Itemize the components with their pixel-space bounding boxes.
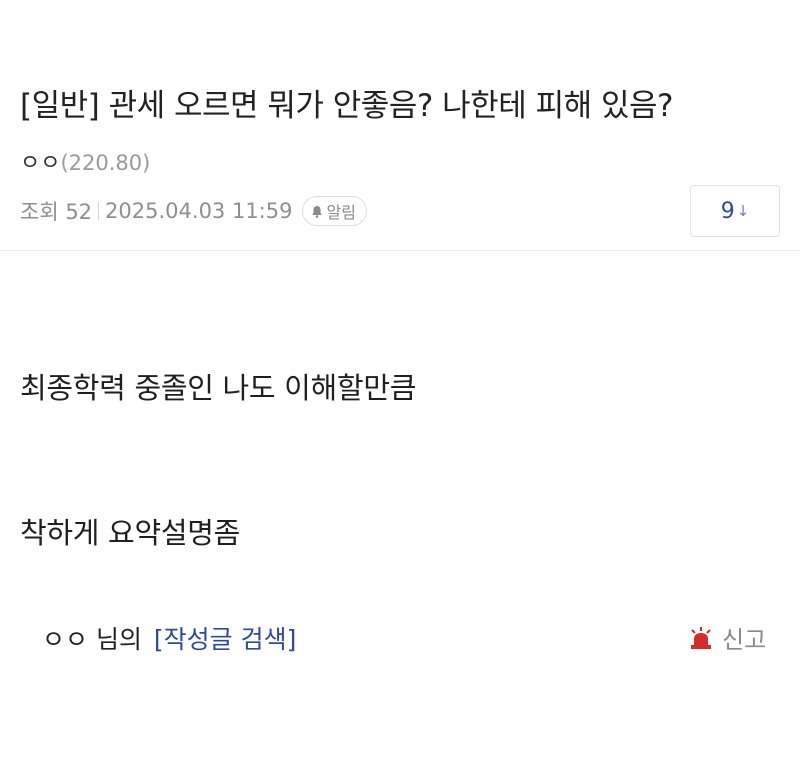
footer-author-name[interactable]: ㅇㅇ xyxy=(42,625,88,654)
comment-count: 9 xyxy=(720,198,735,224)
arrow-down-icon: ↓ xyxy=(736,202,750,220)
siren-icon xyxy=(691,626,711,649)
alarm-label: 알림 xyxy=(326,203,356,222)
view-count: 조회 52 xyxy=(20,200,93,224)
post-body-line: 최종학력 중졸인 나도 이해할만큼 xyxy=(20,371,417,405)
alarm-button[interactable]: 알림 xyxy=(302,196,367,226)
report-label: 신고 xyxy=(722,626,767,654)
report-button[interactable]: 신고 xyxy=(688,620,766,655)
meta-divider xyxy=(98,202,100,220)
post-title: [일반] 관세 오르면 뭐가 안좋음? 나한테 피해 있음? xyxy=(20,88,673,124)
footer-author-info: ㅇㅇ 님의 [작성글 검색] xyxy=(42,620,296,656)
header-divider xyxy=(0,250,800,251)
author-ip: (220.80) xyxy=(60,151,151,175)
post-meta: 조회 52 2025.04.03 11:59 알림 xyxy=(20,196,367,226)
author-name[interactable]: ㅇㅇ xyxy=(20,151,60,176)
post-body-line: 착하게 요약설명좀 xyxy=(20,516,240,550)
footer-author-suffix: 님의 xyxy=(88,625,142,654)
post-datetime: 2025.04.03 11:59 xyxy=(105,199,293,223)
author-posts-search-link[interactable]: [작성글 검색] xyxy=(154,625,296,654)
bell-icon xyxy=(312,205,323,218)
comment-count-button[interactable]: 9 ↓ xyxy=(690,185,780,237)
post-author[interactable]: ㅇㅇ(220.80) xyxy=(20,145,150,177)
